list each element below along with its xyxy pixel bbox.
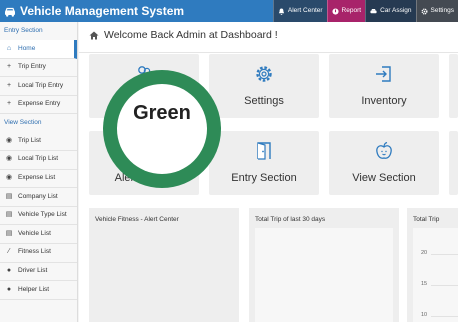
y-tick-label: 20: [421, 250, 428, 256]
list-icon: ▤: [5, 211, 13, 219]
y-tick-label: 15: [421, 281, 428, 287]
plus-icon: +: [6, 81, 12, 89]
sidebar-item-local-trip-entry[interactable]: + Local Trip Entry: [0, 77, 77, 96]
car-assign-label: Car Assign: [380, 7, 412, 14]
gridline: [431, 316, 458, 317]
sidebar-item-label: Company List: [18, 192, 58, 200]
tile-label: Inventory: [361, 95, 407, 107]
sidebar-item-fitness-list[interactable]: ⁄ Fitness List: [0, 244, 77, 263]
tile-label: Entry Section: [231, 172, 297, 184]
list-icon: ▤: [5, 192, 13, 200]
user-icon: ●: [6, 267, 12, 275]
tile-entry-section[interactable]: Entry Section: [209, 131, 319, 195]
gauge-center: [117, 84, 207, 174]
eye-icon: ◉: [5, 174, 13, 182]
tile-partial[interactable]: [449, 54, 458, 118]
sidebar-item-trip-list[interactable]: ◉ Trip List: [0, 132, 77, 151]
app-title: Vehicle Management System: [20, 4, 185, 18]
alert-center-button[interactable]: Alert Center: [272, 0, 327, 22]
tile-inventory[interactable]: Inventory: [329, 54, 439, 118]
report-icon: [331, 7, 339, 15]
sidebar-item-label: Trip List: [18, 136, 41, 144]
tile-view-section[interactable]: View Section: [329, 131, 439, 195]
sidebar-item-label: Trip Entry: [18, 63, 46, 71]
sidebar-section-title: View Section: [4, 119, 42, 127]
gear-icon: [256, 66, 272, 82]
welcome-text: Welcome Back Admin at Dashboard !: [104, 29, 278, 41]
plus-icon: +: [6, 100, 12, 108]
sidebar-item-vehicle-list[interactable]: ▤ Vehicle List: [0, 225, 77, 244]
sidebar-item-company-list[interactable]: ▤ Company List: [0, 188, 77, 207]
y-tick-label: 10: [421, 312, 428, 318]
report-button[interactable]: Report: [326, 0, 366, 22]
chart-area: [255, 228, 393, 322]
panel-title: Vehicle Fitness - Alert Center: [95, 216, 179, 223]
divider: [79, 52, 458, 53]
main-content: Welcome Back Admin at Dashboard ! User G…: [79, 22, 458, 322]
sidebar-item-label: Expense Entry: [18, 100, 61, 108]
bell-icon: [278, 7, 284, 15]
page-title: Welcome Back Admin at Dashboard !: [89, 29, 278, 41]
car-icon: [370, 8, 377, 13]
sidebar-item-label: Driver List: [18, 267, 48, 275]
eye-icon: ◉: [5, 136, 13, 144]
home-icon: [89, 31, 99, 39]
top-nav-menu: Alert Center Report Car Assign Settings: [272, 0, 458, 22]
panel-title: Total Trip: [413, 216, 440, 223]
panel-total-trip-30-days: Total Trip of last 30 days: [249, 208, 399, 322]
tile-label: View Section: [352, 172, 416, 184]
sidebar: Entry Section ⌂ Home + Trip Entry + Loca…: [0, 22, 78, 322]
sidebar-item-label: Expense List: [18, 174, 56, 182]
settings-button[interactable]: Settings: [415, 0, 458, 22]
gridline: [431, 285, 458, 286]
wrench-icon: ⁄: [8, 248, 10, 256]
sidebar-item-expense-list[interactable]: ◉ Expense List: [0, 170, 77, 189]
door-icon: [257, 142, 271, 160]
settings-label: Settings: [430, 7, 455, 14]
sidebar-item-home[interactable]: ⌂ Home: [0, 40, 77, 59]
eye-icon: ◉: [5, 155, 13, 163]
alert-center-label: Alert Center: [287, 7, 323, 14]
sidebar-item-label: Local Trip Entry: [18, 81, 64, 89]
tile-settings[interactable]: Settings: [209, 54, 319, 118]
sidebar-item-driver-list[interactable]: ● Driver List: [0, 263, 77, 282]
panel-vehicle-fitness: Vehicle Fitness - Alert Center: [89, 208, 239, 322]
sidebar-item-helper-list[interactable]: ● Helper List: [0, 281, 77, 300]
sidebar-item-label: Helper List: [18, 285, 50, 293]
sidebar-item-label: Home: [18, 44, 36, 52]
sidebar-item-trip-entry[interactable]: + Trip Entry: [0, 59, 77, 78]
sidebar-item-vehicle-type-list[interactable]: ▤ Vehicle Type List: [0, 207, 77, 226]
app-brand[interactable]: Vehicle Management System: [4, 0, 184, 22]
sign-in-icon: [376, 66, 391, 82]
chart-area: [413, 228, 458, 322]
gear-icon: [421, 8, 427, 14]
user-icon: ●: [6, 285, 12, 293]
car-assign-button[interactable]: Car Assign: [365, 0, 416, 22]
tile-partial[interactable]: [449, 131, 458, 195]
apple-icon: [376, 141, 392, 159]
tile-label: Settings: [244, 95, 284, 107]
plus-icon: +: [6, 63, 12, 71]
sidebar-item-label: Vehicle Type List: [18, 211, 67, 219]
sidebar-item-local-trip-list[interactable]: ◉ Local Trip List: [0, 151, 77, 170]
car-icon: [5, 7, 15, 17]
sidebar-item-label: Vehicle List: [18, 229, 51, 237]
gauge-status-text: Green: [133, 102, 191, 124]
top-navbar: Vehicle Management System Alert Center R…: [0, 0, 458, 22]
panel-title: Total Trip of last 30 days: [255, 216, 326, 223]
home-icon: ⌂: [6, 44, 12, 52]
sidebar-section-title: Entry Section: [4, 27, 43, 34]
gridline: [431, 254, 458, 255]
panel-total-trip: Total Trip 20 15 10: [407, 208, 458, 322]
report-label: Report: [341, 7, 362, 14]
sidebar-item-label: Local Trip List: [18, 155, 59, 163]
list-icon: ▤: [5, 229, 13, 237]
sidebar-item-expense-entry[interactable]: + Expense Entry: [0, 96, 77, 115]
sidebar-item-label: Fitness List: [18, 248, 51, 256]
